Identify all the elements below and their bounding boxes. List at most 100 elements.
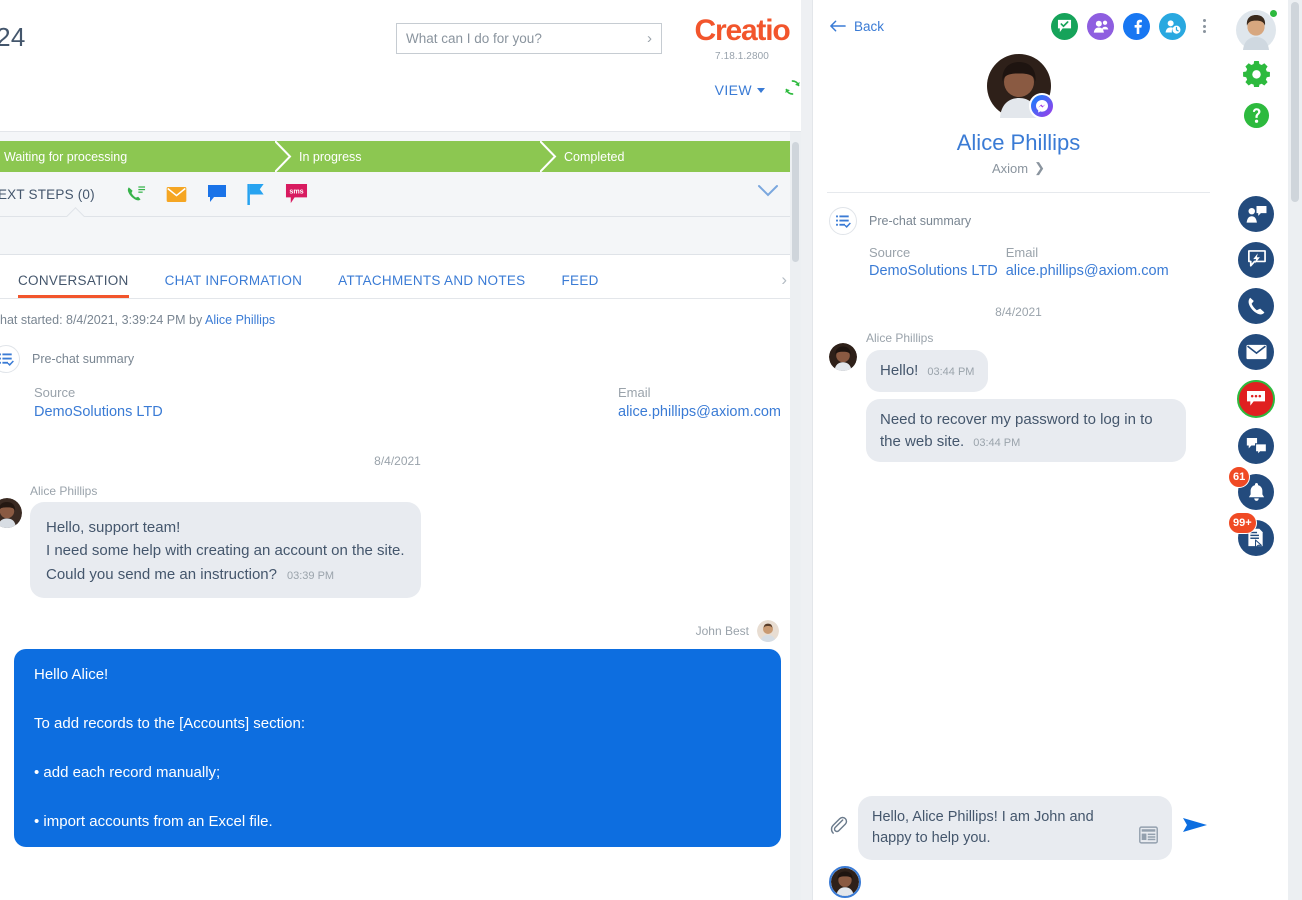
message-template-icon[interactable]: [1139, 826, 1158, 849]
source-value[interactable]: DemoSolutions LTD: [34, 404, 618, 420]
message-time: 03:39 PM: [286, 569, 335, 582]
process-stage-label: Completed: [564, 149, 625, 164]
contact-name[interactable]: Alice Phillips: [813, 130, 1224, 156]
pre-chat-summary-header: Pre-chat summary: [0, 345, 781, 373]
flag-activity-icon[interactable]: [247, 183, 265, 205]
process-stage[interactable]: Completed: [540, 141, 792, 172]
pre-chat-summary-title: Pre-chat summary: [32, 352, 135, 366]
phone-call-icon[interactable]: [1238, 288, 1274, 324]
help-icon[interactable]: [1243, 102, 1270, 134]
svg-text:sms: sms: [289, 188, 303, 196]
right-rail: 61 99+: [1224, 0, 1288, 900]
process-stage[interactable]: In progress: [275, 141, 557, 172]
messages-icon[interactable]: [1238, 428, 1274, 464]
email-label: Email: [618, 385, 651, 400]
pre-chat-summary: Pre-chat summary Source DemoSolutions LT…: [813, 193, 1224, 279]
search-submit-icon[interactable]: ›: [647, 30, 652, 47]
conversation-body: hat started: 8/4/2021, 3:39:24 PM by Ali…: [0, 299, 801, 900]
message-line-text: Could you send me an instruction?: [46, 565, 277, 583]
view-actions: VIEW: [690, 78, 801, 102]
page-header: :39:24 What can I do for you? › Creatio …: [0, 0, 801, 132]
search-input[interactable]: What can I do for you? ›: [396, 23, 662, 54]
view-menu-label: VIEW: [714, 82, 752, 98]
summary-field-source: Source DemoSolutions LTD: [869, 245, 998, 279]
source-label: Source: [869, 245, 911, 260]
pre-chat-summary-fields: Source DemoSolutions LTD Email alice.phi…: [14, 385, 781, 420]
process-stage[interactable]: Waiting for processing: [0, 141, 292, 172]
facebook-icon[interactable]: [1123, 12, 1150, 40]
lightning-message-icon[interactable]: [1238, 242, 1274, 278]
email-value[interactable]: alice.phillips@axiom.com: [1006, 263, 1169, 279]
chevron-right-icon: ❯: [1034, 160, 1046, 175]
send-icon[interactable]: [1182, 815, 1208, 840]
source-label: Source: [34, 385, 76, 400]
message-input[interactable]: Hello, Alice Phillips! I am John and hap…: [858, 795, 1172, 860]
pre-chat-summary: Pre-chat summary Source DemoSolutions LT…: [0, 345, 781, 420]
more-vertical-icon[interactable]: [1199, 19, 1210, 33]
chat-activity-icon[interactable]: [207, 184, 227, 204]
tasks-icon[interactable]: 99+: [1228, 512, 1274, 556]
contact-profile: Alice Phillips Axiom ❯: [813, 52, 1224, 176]
pre-chat-summary-header: Pre-chat summary: [829, 207, 1208, 235]
tab-chat-information[interactable]: CHAT INFORMATION: [165, 273, 303, 298]
chat-panel-topbar: Back: [813, 0, 1224, 52]
email-value[interactable]: alice.phillips@axiom.com: [618, 404, 781, 420]
chat-started-author[interactable]: Alice Phillips: [205, 313, 275, 327]
call-activity-icon[interactable]: [125, 184, 146, 205]
assign-agent-icon[interactable]: [1087, 12, 1114, 40]
rail-scrollbar[interactable]: [1288, 0, 1302, 900]
chevron-down-icon[interactable]: [757, 184, 779, 203]
tab-feed[interactable]: FEED: [561, 273, 598, 298]
message-line: Hello Alice!: [34, 665, 109, 683]
main-scrollbar[interactable]: [790, 132, 801, 900]
source-value[interactable]: DemoSolutions LTD: [869, 263, 998, 279]
stage-separator-icon: [275, 141, 292, 172]
message-incoming: Alice Phillips Hello, support team! I ne…: [0, 484, 781, 598]
message-line: Hello, support team!: [46, 519, 181, 536]
message-composer: Hello, Alice Phillips! I am John and hap…: [813, 795, 1224, 860]
contact-account-label: Axiom: [991, 160, 1029, 176]
avatar: [0, 498, 22, 528]
view-menu-button[interactable]: VIEW: [715, 82, 765, 98]
user-avatar[interactable]: [1236, 9, 1278, 50]
message-content: Alice Phillips Hello! 03:44 PM Need to re…: [866, 331, 1208, 463]
message-incoming: Alice Phillips Hello! 03:44 PM Need to re…: [813, 331, 1224, 463]
next-steps-row: NEXT STEPS (0): [0, 172, 801, 216]
agent-chat-icon[interactable]: [1238, 196, 1274, 232]
process-stage-label: Waiting for processing: [4, 149, 128, 164]
active-chat-icon[interactable]: [1237, 380, 1275, 418]
next-steps-label: NEXT STEPS (0): [0, 186, 95, 202]
tab-attachments-and-notes[interactable]: ATTACHMENTS AND NOTES: [338, 273, 525, 298]
message-bubble: Hello Alice! To add records to the [Acco…: [14, 648, 781, 847]
tab-conversation[interactable]: CONVERSATION: [18, 273, 129, 298]
chat-started-line: hat started: 8/4/2021, 3:39:24 PM by Ali…: [0, 313, 781, 327]
email-icon[interactable]: [1238, 334, 1274, 370]
logo-text: Creatio: [694, 14, 791, 47]
contact-account[interactable]: Axiom ❯: [813, 160, 1224, 176]
settings-gear-icon[interactable]: [1242, 60, 1270, 92]
chevron-right-icon[interactable]: ›: [781, 270, 787, 290]
message-time: 03:44 PM: [973, 436, 1021, 449]
process-stage-bar: Waiting for processing In progress Compl…: [0, 141, 792, 172]
email-activity-icon[interactable]: [166, 186, 187, 203]
phone-call-circle: [1238, 288, 1274, 324]
scrollbar-thumb[interactable]: [792, 142, 799, 262]
notifications-bell-icon[interactable]: 61: [1228, 466, 1274, 510]
avatar: [757, 619, 779, 642]
back-button[interactable]: Back: [829, 19, 884, 34]
pre-chat-summary-fields: Source DemoSolutions LTD Email alice.phi…: [829, 245, 1208, 279]
process-section: Waiting for processing In progress Compl…: [0, 132, 801, 255]
record-fields-band: [0, 217, 801, 255]
message-input-value: Hello, Alice Phillips! I am John and hap…: [872, 808, 1094, 846]
message-bubble: Hello, support team! I need some help wi…: [30, 502, 421, 598]
chat-check-icon[interactable]: [1051, 12, 1078, 40]
sms-activity-icon[interactable]: sms: [285, 183, 308, 205]
active-chat-avatar[interactable]: [829, 866, 861, 898]
arrow-left-icon: [830, 20, 846, 32]
summary-field-email: Email alice.phillips@axiom.com: [1006, 245, 1169, 279]
scrollbar-thumb[interactable]: [1291, 2, 1299, 202]
transfer-contact-icon[interactable]: [1159, 12, 1186, 40]
message-author: Alice Phillips: [866, 331, 934, 345]
refresh-icon[interactable]: [783, 78, 801, 102]
paperclip-icon[interactable]: [829, 815, 848, 840]
